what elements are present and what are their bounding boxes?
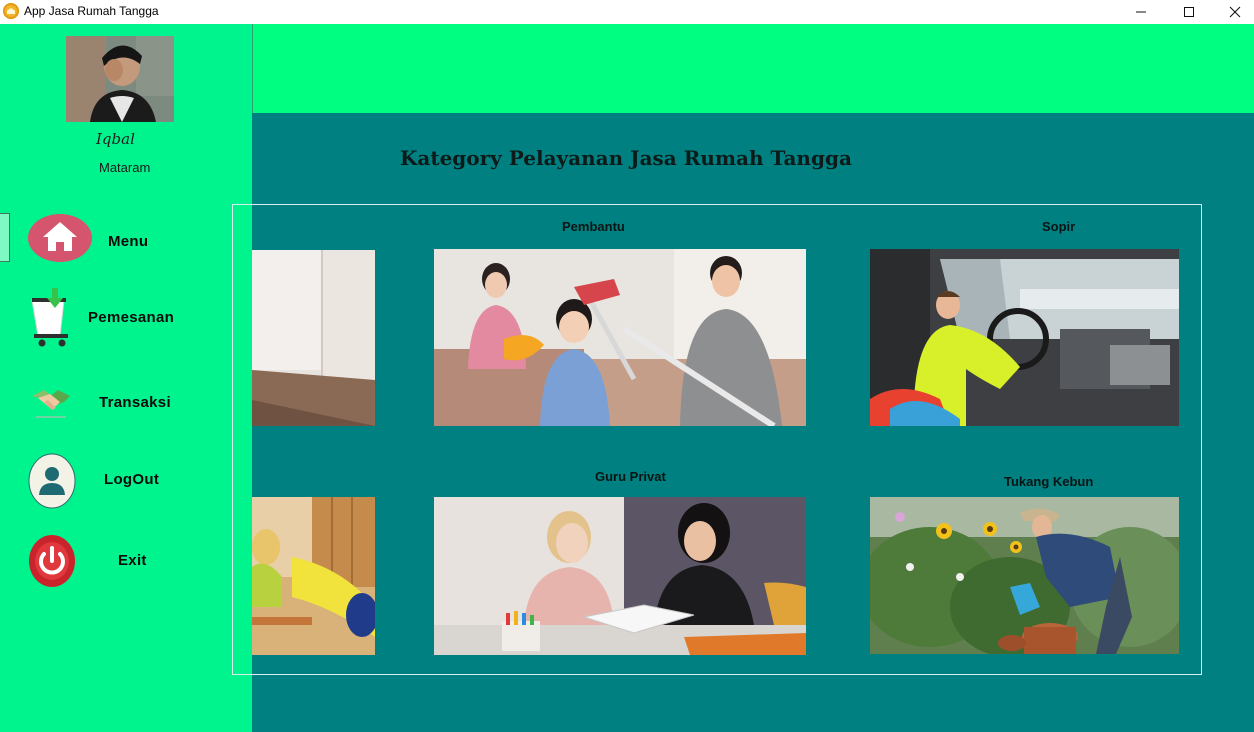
home-icon (28, 214, 92, 262)
sidebar-item-menu[interactable]: Menu (0, 211, 252, 271)
category-label-pembantu: Pembantu (562, 219, 625, 234)
avatar (66, 36, 174, 122)
title-bar: App Jasa Rumah Tangga (0, 0, 1254, 24)
minimize-button[interactable] (1118, 0, 1164, 24)
category-image-partial-bottom[interactable] (252, 497, 375, 655)
user-city: Mataram (99, 160, 151, 175)
sidebar-item-exit[interactable]: Exit (0, 534, 252, 594)
window-title: App Jasa Rumah Tangga (24, 4, 159, 18)
category-image-partial-top[interactable] (252, 250, 375, 426)
app-logo-icon (3, 3, 19, 19)
sidebar: Iqbal Mataram Menu Pemesanan Transaksi L… (0, 24, 252, 732)
category-image-guru-privat[interactable] (434, 497, 806, 655)
main-content: Kategory Pelayanan Jasa Rumah Tangga Pem… (232, 113, 1254, 732)
category-label-sopir: Sopir (1042, 219, 1076, 234)
sidebar-item-label: Pemesanan (88, 309, 175, 326)
category-label-tukang-kebun: Tukang Kebun (1004, 474, 1094, 489)
sidebar-item-label: Transaksi (99, 394, 171, 411)
sidebar-item-label: Exit (118, 552, 147, 569)
maximize-icon (1184, 7, 1194, 17)
page-title: Kategory Pelayanan Jasa Rumah Tangga (400, 146, 852, 170)
shopping-cart-icon (31, 288, 68, 347)
close-icon (1229, 6, 1241, 18)
sidebar-item-pemesanan[interactable]: Pemesanan (0, 286, 252, 347)
sidebar-item-transaksi[interactable]: Transaksi (0, 380, 252, 440)
user-icon (28, 453, 76, 509)
sidebar-item-logout[interactable]: LogOut (0, 452, 252, 512)
minimize-icon (1136, 11, 1146, 13)
category-image-sopir[interactable] (870, 249, 1179, 426)
maximize-button[interactable] (1166, 0, 1212, 24)
user-name: Iqbal (96, 130, 135, 148)
category-image-tukang-kebun[interactable] (870, 497, 1179, 654)
handshake-icon (32, 390, 70, 418)
power-icon (29, 535, 75, 587)
header-bar (252, 24, 1254, 113)
category-label-guru-privat: Guru Privat (595, 469, 666, 484)
sidebar-item-label: Menu (108, 233, 149, 250)
sidebar-item-label: LogOut (104, 471, 160, 488)
category-image-pembantu[interactable] (434, 249, 806, 426)
close-button[interactable] (1212, 0, 1254, 24)
